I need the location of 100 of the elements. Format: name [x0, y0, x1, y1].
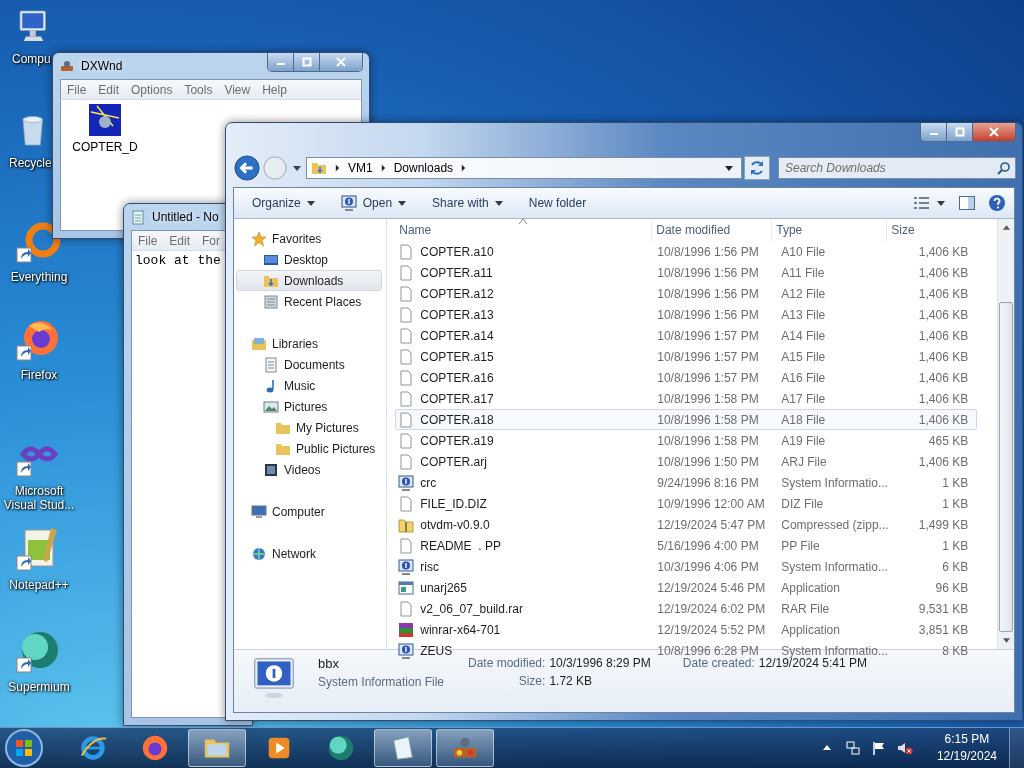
- clock[interactable]: 6:15 PM 12/19/2024: [936, 731, 997, 765]
- maximize-icon: [954, 127, 965, 137]
- maximize-button[interactable]: [294, 53, 320, 71]
- menu-item[interactable]: View: [224, 82, 251, 97]
- file-row[interactable]: COPTER.a10 10/8/1996 1:56 PM A10 File 1,406 KB: [395, 241, 978, 262]
- file-row[interactable]: COPTER.a18 10/8/1996 1:58 PM A18 File 1,406 KB: [395, 409, 978, 430]
- search-field[interactable]: Search Downloads: [778, 157, 1016, 179]
- file-row[interactable]: COPTER.a15 10/8/1996 1:57 PM A15 File 1,406 KB: [395, 346, 978, 367]
- file-row[interactable]: COPTER.a19 10/8/1996 1:58 PM A19 File 465 KB: [395, 430, 978, 451]
- column-header[interactable]: Date modified: [652, 219, 773, 241]
- breadcrumb-arrow-icon[interactable]: [380, 164, 386, 172]
- view-options-icon[interactable]: [912, 194, 946, 212]
- detail-value: 1.72 KB: [549, 674, 594, 688]
- column-header[interactable]: Name: [395, 219, 653, 241]
- file-row[interactable]: COPTER.a11 10/8/1996 1:56 PM A11 File 1,406 KB: [395, 262, 978, 283]
- scroll-up-icon[interactable]: [1002, 225, 1010, 230]
- breadcrumb-arrow-icon[interactable]: [461, 164, 467, 172]
- close-button[interactable]: [973, 123, 1015, 141]
- nav-item[interactable]: Pictures: [236, 396, 383, 417]
- column-header[interactable]: Size: [887, 219, 968, 241]
- helicopter-icon[interactable]: [89, 104, 121, 136]
- text-area[interactable]: look at the: [135, 253, 221, 268]
- menu-item[interactable]: Tools: [184, 82, 213, 97]
- file-file-icon: [398, 453, 415, 470]
- back-button[interactable]: [234, 155, 260, 181]
- column-header[interactable]: Type: [772, 219, 888, 241]
- nav-item[interactable]: Videos: [236, 459, 383, 480]
- toolbar-button[interactable]: New folder: [518, 193, 597, 213]
- nav-item[interactable]: Recent Places: [236, 291, 383, 312]
- file-row[interactable]: unarj265 12/19/2024 5:46 PM Application 96 KB: [395, 577, 978, 598]
- file-row[interactable]: COPTER.a14 10/8/1996 1:57 PM A14 File 1,406 KB: [395, 325, 978, 346]
- show-desktop-button[interactable]: [1009, 728, 1024, 768]
- preview-pane-icon[interactable]: [958, 194, 976, 212]
- nav-item[interactable]: Network: [236, 543, 383, 564]
- file-file-icon: [398, 264, 415, 281]
- breadcrumb-arrow-icon[interactable]: [335, 164, 340, 172]
- file-row[interactable]: COPTER.arj 10/8/1996 1:50 PM ARJ File 1,406 KB: [395, 451, 978, 472]
- nav-item[interactable]: Documents: [236, 354, 383, 375]
- menu-item[interactable]: Options: [131, 82, 173, 97]
- dropdown-caret-icon[interactable]: [725, 164, 733, 172]
- menu-item[interactable]: Help: [262, 82, 287, 97]
- browser-icon: [140, 733, 170, 763]
- network-icon[interactable]: [844, 740, 861, 756]
- menu-item[interactable]: File: [138, 233, 158, 248]
- minimize-button[interactable]: [921, 123, 947, 141]
- file-row[interactable]: COPTER.a16 10/8/1996 1:57 PM A16 File 1,406 KB: [395, 367, 978, 388]
- nav-item[interactable]: Music: [236, 375, 383, 396]
- menu-item[interactable]: Edit: [169, 233, 191, 248]
- minimize-button[interactable]: [268, 53, 294, 71]
- file-row[interactable]: crc 9/24/1996 8:16 PM System Informatio... 1 KB: [395, 472, 978, 493]
- maximize-button[interactable]: [947, 123, 973, 141]
- menu-item[interactable]: Edit: [98, 82, 120, 97]
- file-row[interactable]: otvdm-v0.9.0 12/19/2024 5:47 PM Compressed (zipp... 1,499 KB: [395, 514, 978, 535]
- menu-item[interactable]: File: [67, 82, 87, 97]
- caret-icon: [306, 199, 315, 207]
- toolbar-button[interactable]: Open: [330, 192, 417, 214]
- nav-item[interactable]: Downloads: [236, 270, 383, 291]
- menu-item[interactable]: For: [202, 233, 221, 248]
- breadcrumb-item[interactable]: Downloads: [393, 161, 454, 175]
- desktop-icon-label: Supermium: [7, 680, 71, 694]
- toolbar-button[interactable]: Organize: [242, 193, 325, 213]
- file-file-icon: [398, 285, 415, 302]
- toolbar-button[interactable]: Share with: [422, 193, 513, 213]
- nav-item[interactable]: Favorites: [236, 228, 383, 249]
- nav-item[interactable]: My Pictures: [236, 417, 383, 438]
- flag-icon[interactable]: [870, 740, 887, 756]
- scroll-down-icon[interactable]: [1002, 638, 1010, 643]
- taskbar-button[interactable]: [188, 729, 246, 767]
- scroll-thumb[interactable]: [999, 302, 1014, 632]
- window-title: Untitled - No: [152, 210, 219, 224]
- address-bar[interactable]: VM1 Downloads: [306, 157, 742, 179]
- detail-label: Size:: [517, 674, 546, 688]
- breadcrumb-item[interactable]: VM1: [348, 161, 373, 175]
- history-dropdown-icon[interactable]: [293, 164, 301, 172]
- taskbar-button[interactable]: [374, 729, 432, 767]
- search-icon[interactable]: [997, 161, 1011, 175]
- help-icon[interactable]: [988, 194, 1006, 212]
- file-row[interactable]: risc 10/3/1996 4:06 PM System Informatio... 6 KB: [395, 556, 978, 577]
- file-row[interactable]: v2_06_07_build.rar 12/19/2024 6:02 PM RAR File 9,531 KB: [395, 598, 978, 619]
- nav-item[interactable]: Computer: [236, 501, 383, 522]
- refresh-button[interactable]: [744, 156, 770, 180]
- file-row[interactable]: winrar-x64-701 12/19/2024 5:52 PM Application 3,851 KB: [395, 619, 978, 640]
- file-row[interactable]: COPTER.a17 10/8/1996 1:58 PM A17 File 1,406 KB: [395, 388, 978, 409]
- start-button[interactable]: [4, 728, 44, 768]
- nav-item[interactable]: Libraries: [236, 333, 383, 354]
- file-row[interactable]: COPTER.a12 10/8/1996 1:56 PM A12 File 1,406 KB: [395, 283, 978, 304]
- close-icon: [989, 127, 999, 137]
- file-row[interactable]: COPTER.a13 10/8/1996 1:56 PM A13 File 1,406 KB: [395, 304, 978, 325]
- globe-icon: [251, 545, 267, 562]
- scrollbar-track[interactable]: [997, 219, 1014, 649]
- close-button[interactable]: [320, 53, 362, 71]
- file-file-icon: [398, 327, 415, 344]
- nav-item[interactable]: Desktop: [236, 249, 383, 270]
- file-row[interactable]: README . PP 5/16/1996 4:00 PM PP File 1 KB: [395, 535, 978, 556]
- nav-item[interactable]: Public Pictures: [236, 438, 383, 459]
- file-row[interactable]: FILE_ID.DIZ 10/9/1996 12:00 AM DIZ File 1 KB: [395, 493, 978, 514]
- maximize-icon: [301, 57, 312, 67]
- file-file-icon: [398, 306, 415, 323]
- muted-speaker-icon[interactable]: [896, 740, 913, 756]
- folder-icon: [311, 160, 327, 176]
